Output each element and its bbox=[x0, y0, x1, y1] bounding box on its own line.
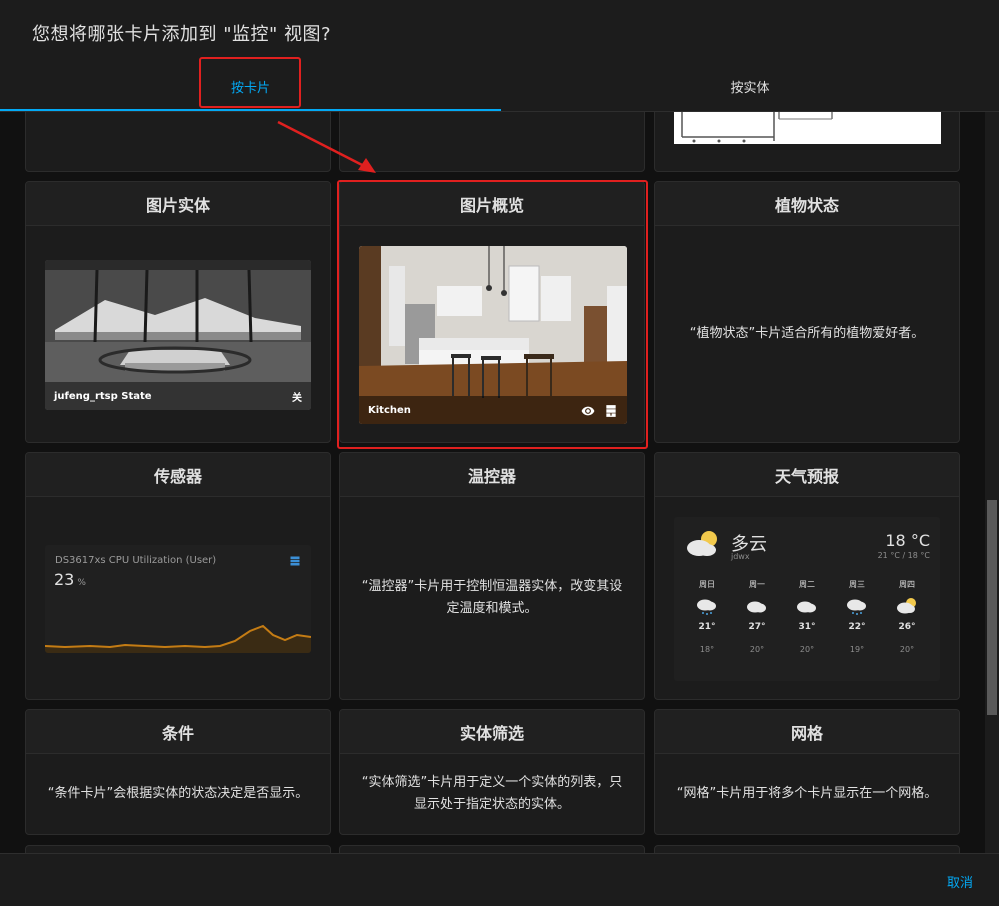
card-option-thermostat[interactable]: 温控器 “温控器”卡片用于控制恒温器实体，改变其设定温度和模式。 bbox=[339, 452, 645, 700]
dialog-header: 您想将哪张卡片添加到 "监控" 视图? 按卡片 按实体 bbox=[0, 0, 999, 113]
weather-preview: 多云 jdwx 18 °C 21 °C / 18 °C 周日 21° 18° 周… bbox=[674, 517, 940, 681]
picture-entity-preview: jufeng_rtsp State 关 bbox=[45, 260, 311, 410]
forecast-day-name: 周日 bbox=[699, 580, 715, 589]
weather-temperature: 18 °C bbox=[885, 531, 930, 550]
forecast-high: 26° bbox=[898, 622, 916, 632]
sensor-history-graph bbox=[45, 624, 311, 653]
scrollbar-thumb[interactable] bbox=[987, 500, 997, 715]
card-title: 传感器 bbox=[26, 453, 330, 497]
dialog-footer: 取消 bbox=[0, 853, 999, 906]
forecast-low: 20° bbox=[899, 645, 915, 654]
picture-glance-preview: Kitchen bbox=[359, 246, 627, 424]
cloudy-icon bbox=[747, 601, 766, 613]
card-option-weather-forecast[interactable]: 天气预报 多云 jdwx 18 °C 21 °C / 18 °C 周日 21° bbox=[654, 452, 960, 700]
sensor-name: DS3617xs CPU Utilization (User) bbox=[55, 555, 217, 566]
card-option-partial-1[interactable] bbox=[25, 112, 331, 172]
cloudy-icon bbox=[797, 601, 816, 613]
glance-entity-icons bbox=[581, 404, 618, 418]
server-icon[interactable] bbox=[604, 404, 618, 418]
sensor-preview: DS3617xs CPU Utilization (User) 23% bbox=[45, 545, 311, 653]
entity-name: jufeng_rtsp State bbox=[54, 390, 152, 402]
card-option-sensor[interactable]: 传感器 DS3617xs CPU Utilization (User) 23% bbox=[25, 452, 331, 700]
forecast-day-name: 周四 bbox=[899, 580, 915, 589]
card-option-partial-bottom-1[interactable] bbox=[25, 845, 331, 853]
forecast-day: 周三 22° 19° bbox=[832, 579, 882, 654]
card-title: 条件 bbox=[26, 710, 330, 754]
card-option-picture-elements[interactable] bbox=[654, 112, 960, 172]
forecast-day-name: 周二 bbox=[799, 580, 815, 589]
partly-cloudy-icon bbox=[687, 531, 717, 556]
forecast-day-name: 周三 bbox=[849, 580, 865, 589]
tab-by-entity[interactable]: 按实体 bbox=[501, 62, 999, 110]
weather-temperature-range: 21 °C / 18 °C bbox=[877, 551, 930, 560]
forecast-low: 20° bbox=[749, 645, 765, 654]
sensor-value: 23 bbox=[54, 570, 75, 589]
rainy-cloud-icon bbox=[847, 599, 866, 615]
card-option-partial-bottom-3[interactable] bbox=[654, 845, 960, 853]
picture-entity-footer: jufeng_rtsp State 关 bbox=[45, 382, 311, 410]
glance-label: Kitchen bbox=[368, 404, 411, 416]
forecast-low: 18° bbox=[699, 645, 715, 654]
scrollbar-track[interactable] bbox=[985, 112, 999, 853]
weather-forecast: 周日 21° 18° 周一 27° 20° 周二 31° 20° 周三 22° … bbox=[682, 579, 932, 654]
forecast-high: 22° bbox=[848, 622, 866, 632]
card-title: 实体筛选 bbox=[340, 710, 644, 754]
card-option-picture-glance[interactable]: 图片概览 Kitchen bbox=[339, 181, 645, 443]
tab-by-card[interactable]: 按卡片 bbox=[0, 62, 501, 110]
card-picker-grid[interactable]: 图片实体 jufeng_rtsp State 关 图片概览 Kitchen 植物… bbox=[0, 112, 985, 853]
server-icon bbox=[290, 556, 300, 566]
weather-entity-name: jdwx bbox=[731, 552, 750, 561]
rainy-cloud-icon bbox=[697, 599, 716, 615]
forecast-day: 周日 21° 18° bbox=[682, 579, 732, 654]
card-description: “温控器”卡片用于控制恒温器实体，改变其设定温度和模式。 bbox=[361, 579, 623, 616]
card-option-grid[interactable]: 网格 “网格”卡片用于将多个卡片显示在一个网格。 bbox=[654, 709, 960, 835]
card-title: 植物状态 bbox=[655, 182, 959, 226]
card-option-partial-2[interactable] bbox=[339, 112, 645, 172]
card-option-conditional[interactable]: 条件 “条件卡片”会根据实体的状态决定是否显示。 bbox=[25, 709, 331, 835]
sensor-unit: % bbox=[77, 578, 86, 588]
forecast-low: 20° bbox=[799, 645, 815, 654]
cancel-button[interactable]: 取消 bbox=[947, 872, 973, 891]
forecast-day-name: 周一 bbox=[749, 580, 765, 589]
forecast-day: 周一 27° 20° bbox=[732, 579, 782, 654]
entity-state: 关 bbox=[292, 392, 302, 404]
card-title: 温控器 bbox=[340, 453, 644, 497]
floorplan-preview bbox=[674, 112, 941, 144]
card-title: 图片实体 bbox=[26, 182, 330, 226]
partly-cloudy-icon bbox=[897, 598, 916, 614]
card-option-picture-entity[interactable]: 图片实体 jufeng_rtsp State 关 bbox=[25, 181, 331, 443]
forecast-day: 周二 31° 20° bbox=[782, 579, 832, 654]
forecast-low: 19° bbox=[849, 645, 865, 654]
card-title: 图片概览 bbox=[340, 182, 644, 226]
card-option-plant-status[interactable]: 植物状态 “植物状态”卡片适合所有的植物爱好者。 bbox=[654, 181, 960, 443]
forecast-high: 31° bbox=[798, 622, 816, 632]
dialog-title: 您想将哪张卡片添加到 "监控" 视图? bbox=[32, 24, 332, 45]
card-title: 天气预报 bbox=[655, 453, 959, 497]
card-description: “条件卡片”会根据实体的状态决定是否显示。 bbox=[47, 786, 309, 801]
eye-icon[interactable] bbox=[581, 404, 595, 418]
forecast-high: 21° bbox=[698, 622, 716, 632]
forecast-high: 27° bbox=[748, 622, 766, 632]
card-title: 网格 bbox=[655, 710, 959, 754]
card-description: “网格”卡片用于将多个卡片显示在一个网格。 bbox=[676, 786, 938, 801]
card-option-entity-filter[interactable]: 实体筛选 “实体筛选”卡片用于定义一个实体的列表，只显示处于指定状态的实体。 bbox=[339, 709, 645, 835]
forecast-day: 周四 26° 20° bbox=[882, 579, 932, 654]
card-description: “实体筛选”卡片用于定义一个实体的列表，只显示处于指定状态的实体。 bbox=[361, 775, 623, 812]
card-option-partial-bottom-2[interactable] bbox=[339, 845, 645, 853]
card-description: “植物状态”卡片适合所有的植物爱好者。 bbox=[689, 326, 925, 341]
